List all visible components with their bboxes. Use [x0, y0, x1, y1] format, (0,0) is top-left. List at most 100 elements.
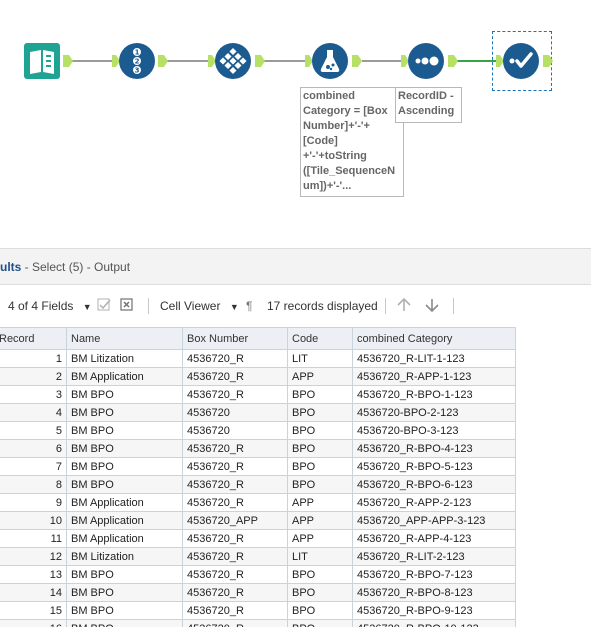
table-cell[interactable]: 10	[0, 511, 67, 530]
output-anchor[interactable]	[255, 55, 265, 67]
table-cell[interactable]: LIT	[287, 349, 353, 368]
table-cell[interactable]: 4536720-BPO-2-123	[352, 403, 516, 422]
table-row[interactable]: 5 BM BPO 4536720 BPO 4536720-BPO-3-123	[0, 421, 516, 440]
table-row[interactable]: 11 BM Application 4536720_R APP 4536720_R-AP…	[0, 529, 516, 548]
table-cell[interactable]: 4536720_R-APP-1-123	[352, 367, 516, 386]
column-header[interactable]: Box Number	[182, 327, 288, 350]
table-row[interactable]: 1 BM Litization 4536720_R LIT 4536720_R-LIT-…	[0, 349, 516, 368]
table-cell[interactable]: BM BPO	[66, 439, 183, 458]
table-row[interactable]: 3 BM BPO 4536720_R BPO 4536720_R-BPO-1-123	[0, 385, 516, 404]
formula-tool[interactable]	[312, 43, 348, 79]
table-cell[interactable]: 4536720_R-LIT-1-123	[352, 349, 516, 368]
table-cell[interactable]: BPO	[287, 457, 353, 476]
table-cell[interactable]: BPO	[287, 475, 353, 494]
table-cell[interactable]: 4536720_R	[182, 547, 288, 566]
table-cell[interactable]: 4536720_R	[182, 349, 288, 368]
table-row[interactable]: 6 BM BPO 4536720_R BPO 4536720_R-BPO-4-123	[0, 439, 516, 458]
column-header[interactable]: Record	[0, 327, 67, 350]
table-cell[interactable]: 4536720_R-APP-2-123	[352, 493, 516, 512]
input-data-tool[interactable]	[24, 43, 60, 79]
table-cell[interactable]: 4536720_R	[182, 385, 288, 404]
table-row[interactable]: 10 BM Application 4536720_APP APP 4536720_AP…	[0, 511, 516, 530]
table-cell[interactable]: 13	[0, 565, 67, 584]
table-cell[interactable]: 4536720	[182, 403, 288, 422]
table-cell[interactable]: 4536720_R	[182, 457, 288, 476]
tile-tool[interactable]	[215, 43, 251, 79]
output-anchor[interactable]	[352, 55, 362, 67]
table-cell[interactable]: 4536720_R	[182, 367, 288, 386]
table-cell[interactable]: 4536720_R-BPO-9-123	[352, 601, 516, 620]
table-row[interactable]: 16BM BPO4536720_RBPO4536720_R-BPO-10-123	[0, 619, 516, 627]
record-id-tool[interactable]	[408, 43, 444, 79]
table-cell[interactable]: BM Application	[66, 529, 183, 548]
output-anchor[interactable]	[158, 55, 168, 67]
select-tool[interactable]	[503, 43, 539, 79]
table-cell[interactable]: BM BPO	[66, 619, 183, 627]
table-cell[interactable]: BPO	[287, 583, 353, 602]
sequence-tool[interactable]: 1 2 3	[119, 43, 155, 79]
table-cell[interactable]: BM BPO	[66, 421, 183, 440]
table-cell[interactable]: BM Litization	[66, 349, 183, 368]
table-cell[interactable]: BM BPO	[66, 583, 183, 602]
table-cell[interactable]: 7	[0, 457, 67, 476]
table-cell[interactable]: BM BPO	[66, 457, 183, 476]
table-cell[interactable]: LIT	[287, 547, 353, 566]
table-row[interactable]: 4 BM BPO 4536720 BPO 4536720-BPO-2-123	[0, 403, 516, 422]
table-cell[interactable]: 4536720	[182, 421, 288, 440]
table-cell[interactable]: 4536720_R-BPO-7-123	[352, 565, 516, 584]
table-cell[interactable]: 8	[0, 475, 67, 494]
table-cell[interactable]: BPO	[287, 565, 353, 584]
table-cell[interactable]: 4536720_R	[182, 439, 288, 458]
table-cell[interactable]: BPO	[287, 385, 353, 404]
table-cell[interactable]: 16	[0, 619, 67, 627]
table-cell[interactable]: 3	[0, 385, 67, 404]
table-cell[interactable]: APP	[287, 511, 353, 530]
table-cell[interactable]: 2	[0, 367, 67, 386]
table-cell[interactable]: 9	[0, 493, 67, 512]
table-row[interactable]: 15 BM BPO 4536720_R BPO 4536720_R-BPO-9-123	[0, 601, 516, 620]
table-cell[interactable]: 4536720-BPO-3-123	[352, 421, 516, 440]
output-anchor[interactable]	[543, 55, 553, 67]
output-anchor[interactable]	[448, 55, 458, 67]
table-cell[interactable]: BM BPO	[66, 475, 183, 494]
fields-dropdown[interactable]: 4 of 4 Fields ▼	[8, 298, 92, 315]
table-cell[interactable]: BM Application	[66, 511, 183, 530]
table-row[interactable]: 13 BM BPO 4536720_R BPO 4536720_R-BPO-7-123	[0, 565, 516, 584]
results-grid[interactable]: Record Name Box Number Code combined Cat…	[0, 327, 591, 627]
table-cell[interactable]: BM Application	[66, 367, 183, 386]
clear-fields-icon[interactable]	[120, 297, 134, 317]
column-header[interactable]: Name	[66, 327, 183, 350]
table-row[interactable]: 14 BM BPO 4536720_R BPO 4536720_R-BPO-8-123	[0, 583, 516, 602]
table-cell[interactable]: 4536720_R-BPO-10-123	[352, 619, 516, 627]
table-cell[interactable]: 4536720_R	[182, 565, 288, 584]
table-cell[interactable]: 15	[0, 601, 67, 620]
table-cell[interactable]: 4536720_R	[182, 619, 288, 627]
arrow-up-icon[interactable]	[396, 297, 412, 317]
table-cell[interactable]: BPO	[287, 421, 353, 440]
checkbox-icon[interactable]	[97, 297, 111, 317]
table-row[interactable]: 7 BM BPO 4536720_R BPO 4536720_R-BPO-5-123	[0, 457, 516, 476]
table-cell[interactable]: APP	[287, 493, 353, 512]
table-cell[interactable]: BM BPO	[66, 385, 183, 404]
table-cell[interactable]: 4536720_R-APP-4-123	[352, 529, 516, 548]
table-cell[interactable]: 4536720_R	[182, 601, 288, 620]
table-cell[interactable]: 4536720_R	[182, 493, 288, 512]
table-cell[interactable]: 4536720_R-BPO-6-123	[352, 475, 516, 494]
table-cell[interactable]: APP	[287, 367, 353, 386]
table-cell[interactable]: BM BPO	[66, 565, 183, 584]
table-cell[interactable]: 14	[0, 583, 67, 602]
table-cell[interactable]: BM BPO	[66, 403, 183, 422]
table-cell[interactable]: APP	[287, 529, 353, 548]
table-cell[interactable]: 4536720_R-BPO-4-123	[352, 439, 516, 458]
table-cell[interactable]: 11	[0, 529, 67, 548]
table-cell[interactable]: 4	[0, 403, 67, 422]
table-cell[interactable]: 5	[0, 421, 67, 440]
table-cell[interactable]: BPO	[287, 403, 353, 422]
column-header[interactable]: Code	[287, 327, 353, 350]
column-header[interactable]: combined Category	[352, 327, 516, 350]
table-cell[interactable]: BPO	[287, 601, 353, 620]
table-row[interactable]: 9 BM Application 4536720_R APP 4536720_R-APP…	[0, 493, 516, 512]
table-cell[interactable]: 6	[0, 439, 67, 458]
table-cell[interactable]: 4536720_R	[182, 529, 288, 548]
table-cell[interactable]: 12	[0, 547, 67, 566]
